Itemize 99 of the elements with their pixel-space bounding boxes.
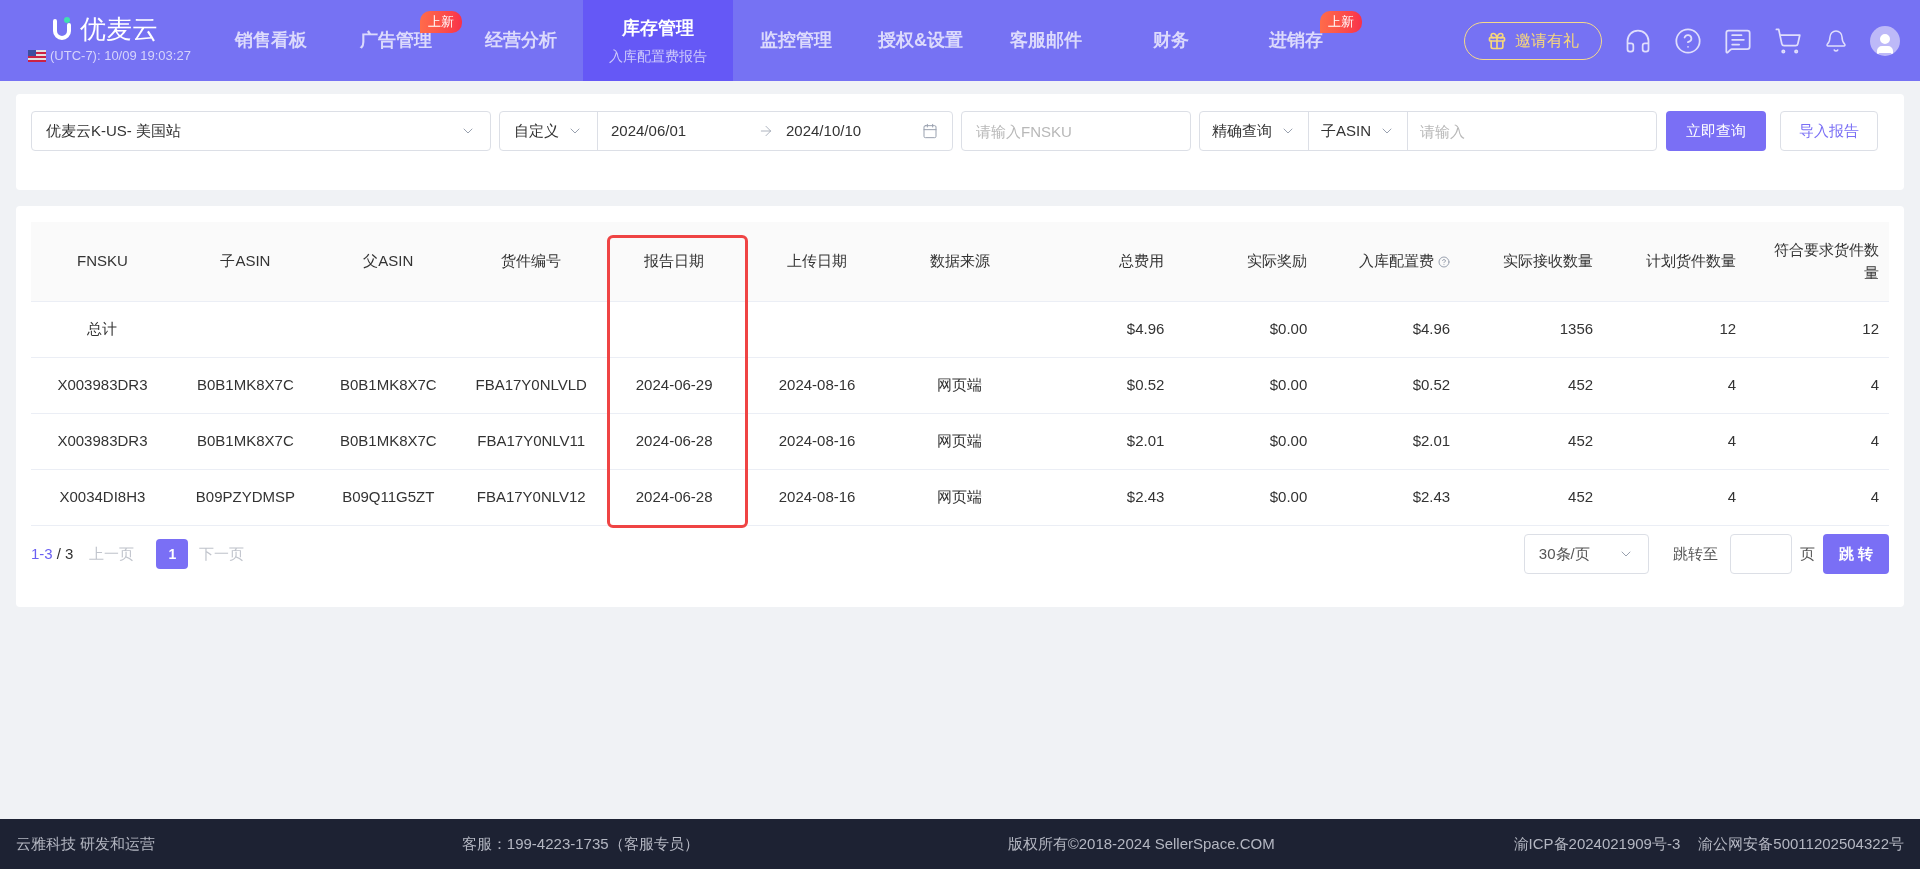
- column-header: 入库配置费: [1359, 251, 1435, 272]
- table-cell-text: FBA17Y0NLV12: [476, 487, 586, 508]
- column-header: 父ASIN: [363, 251, 414, 272]
- table-cell-text: 2024-08-16: [778, 431, 856, 452]
- table-cell-text: 4: [1727, 431, 1737, 452]
- table-cell-text: $0.52: [1126, 375, 1165, 396]
- table-cell-text: 4: [1727, 375, 1737, 396]
- footer-text: 渝公网安备50011202504322号: [1698, 833, 1904, 854]
- table-cell-text: $2.43: [1126, 487, 1165, 508]
- logo-text: 优麦云: [80, 15, 158, 42]
- table-cell-text: $4.96: [1126, 319, 1165, 340]
- bell-icon[interactable]: [1824, 28, 1848, 53]
- jump-button[interactable]: 跳 转: [1822, 534, 1889, 574]
- asin-type-select[interactable]: 子ASIN: [1309, 112, 1408, 150]
- column-header: 子ASIN: [220, 251, 271, 272]
- column-header: 实际接收数量: [1503, 251, 1594, 272]
- column-header: 数据来源: [930, 251, 990, 272]
- table-cell-text: 452: [1568, 431, 1594, 452]
- page-number[interactable]: 1: [156, 539, 189, 569]
- footer-text: 版权所有©2018-2024 SellerSpace.COM: [1007, 833, 1276, 854]
- column-header: 总费用: [1119, 251, 1165, 272]
- table-cell-text: B0B1MK8X7C: [197, 431, 294, 452]
- table-cell-text: FBA17Y0NLV11: [477, 431, 586, 452]
- page-jump-input[interactable]: [1729, 534, 1792, 574]
- range-text: 1-3: [31, 543, 53, 564]
- column-header: 实际奖励: [1247, 251, 1308, 272]
- table-cell-text: 网页端: [937, 487, 983, 508]
- table-cell-text: $0.00: [1269, 431, 1308, 452]
- table-cell-text: X0034DI8H3: [59, 487, 146, 508]
- table-cell-text: 2024-08-16: [778, 487, 856, 508]
- table-cell-text: B09PZYDMSP: [195, 487, 295, 508]
- column-header: 报告日期: [644, 251, 705, 272]
- column-header: 上传日期: [787, 251, 848, 272]
- table-cell-text: X003983DR3: [57, 375, 148, 396]
- jump-label: 跳转至: [1672, 543, 1718, 564]
- table-cell-text: $0.52: [1412, 375, 1451, 396]
- column-header: 计划货件数量: [1646, 251, 1737, 272]
- page-size-select[interactable]: 30条/页: [1523, 534, 1649, 574]
- table-cell-text: B0B1MK8X7C: [197, 375, 294, 396]
- table-cell-text: 4: [1727, 487, 1737, 508]
- table-cell-text: B0B1MK8X7C: [339, 431, 437, 452]
- table-cell-text: 12: [1862, 319, 1879, 340]
- table-cell-text: 总计: [87, 319, 118, 340]
- page-unit-label: 页: [1799, 543, 1815, 564]
- new-badge: 上新: [1320, 11, 1362, 33]
- nav-tab[interactable]: 客服邮件: [983, 0, 1108, 81]
- table-cell-text: $2.43: [1412, 487, 1451, 508]
- total-text: / 3: [56, 543, 74, 564]
- table-cell-text: $0.00: [1269, 375, 1308, 396]
- column-header: FNSKU: [77, 251, 128, 272]
- table-cell-text: $0.00: [1269, 319, 1308, 340]
- search-button[interactable]: 立即查询: [1666, 111, 1766, 151]
- column-header: 货件编号: [501, 251, 562, 272]
- nav-tab[interactable]: 财务: [1108, 0, 1233, 81]
- table-cell-text: $2.01: [1126, 431, 1165, 452]
- table-cell-text: 12: [1719, 319, 1737, 340]
- store-select[interactable]: 优麦云K-US- 美国站: [31, 111, 491, 151]
- footer-text: 客服：199-4223-1735（客服专员）: [461, 833, 700, 854]
- table-cell-text: B0B1MK8X7C: [339, 375, 437, 396]
- footer-text: 渝ICP备2024021909号-3: [1513, 833, 1681, 854]
- table-cell-text: 4: [1870, 431, 1879, 452]
- avatar[interactable]: [1870, 25, 1900, 56]
- import-report-button[interactable]: 导入报告: [1780, 111, 1878, 151]
- flag-icon: [28, 49, 46, 62]
- logo-icon: [52, 16, 72, 41]
- table-cell-text: 2024-06-29: [635, 375, 713, 396]
- nav-tab[interactable]: 库存管理 入库配置费报告: [583, 0, 733, 81]
- asin-search-field[interactable]: 精确查询 子ASIN 请输入: [1199, 111, 1657, 151]
- help-icon[interactable]: [1674, 26, 1702, 55]
- table-cell-text: 452: [1568, 487, 1594, 508]
- table-cell-text: 4: [1870, 487, 1879, 508]
- date-range-field[interactable]: 自定义 2024/06/01 2024/10/10: [499, 111, 953, 151]
- table-cell-text: $4.96: [1412, 319, 1451, 340]
- cart-icon[interactable]: [1774, 26, 1802, 55]
- table-cell-text: 2024-06-28: [635, 431, 713, 452]
- table-cell-text: $0.00: [1269, 487, 1308, 508]
- nav-tab[interactable]: 监控管理: [733, 0, 858, 81]
- table-cell-text: 452: [1568, 375, 1594, 396]
- fnsku-input[interactable]: 请输入FNSKU: [961, 111, 1191, 151]
- table-cell-text: FBA17Y0NLVLD: [475, 375, 587, 396]
- match-mode-select[interactable]: 精确查询: [1200, 112, 1309, 150]
- table-cell-text: B09Q11G5ZT: [342, 487, 435, 508]
- column-header: 符合要求货件数量: [1773, 240, 1879, 283]
- date-mode-select[interactable]: 自定义: [500, 112, 598, 150]
- calendar-icon: [922, 123, 938, 139]
- clock-text: (UTC-7): 10/09 19:03:27: [50, 46, 191, 65]
- nav-tab[interactable]: 授权&设置: [858, 0, 983, 81]
- table-cell-text: 网页端: [937, 431, 983, 452]
- table-cell-text: 1356: [1559, 319, 1594, 340]
- table-cell-text: 2024-06-28: [635, 487, 713, 508]
- table-cell-text: 2024-08-16: [778, 375, 856, 396]
- table-cell-text: X003983DR3: [57, 431, 148, 452]
- table-cell-text: 4: [1870, 375, 1879, 396]
- table-cell-text: $2.01: [1412, 431, 1451, 452]
- gift-icon: [1487, 30, 1507, 51]
- new-badge: 上新: [420, 11, 462, 33]
- nav-tab[interactable]: 销售看板: [208, 0, 333, 81]
- table-cell-text: 网页端: [937, 375, 983, 396]
- footer-text: 云雅科技 研发和运营: [16, 833, 157, 854]
